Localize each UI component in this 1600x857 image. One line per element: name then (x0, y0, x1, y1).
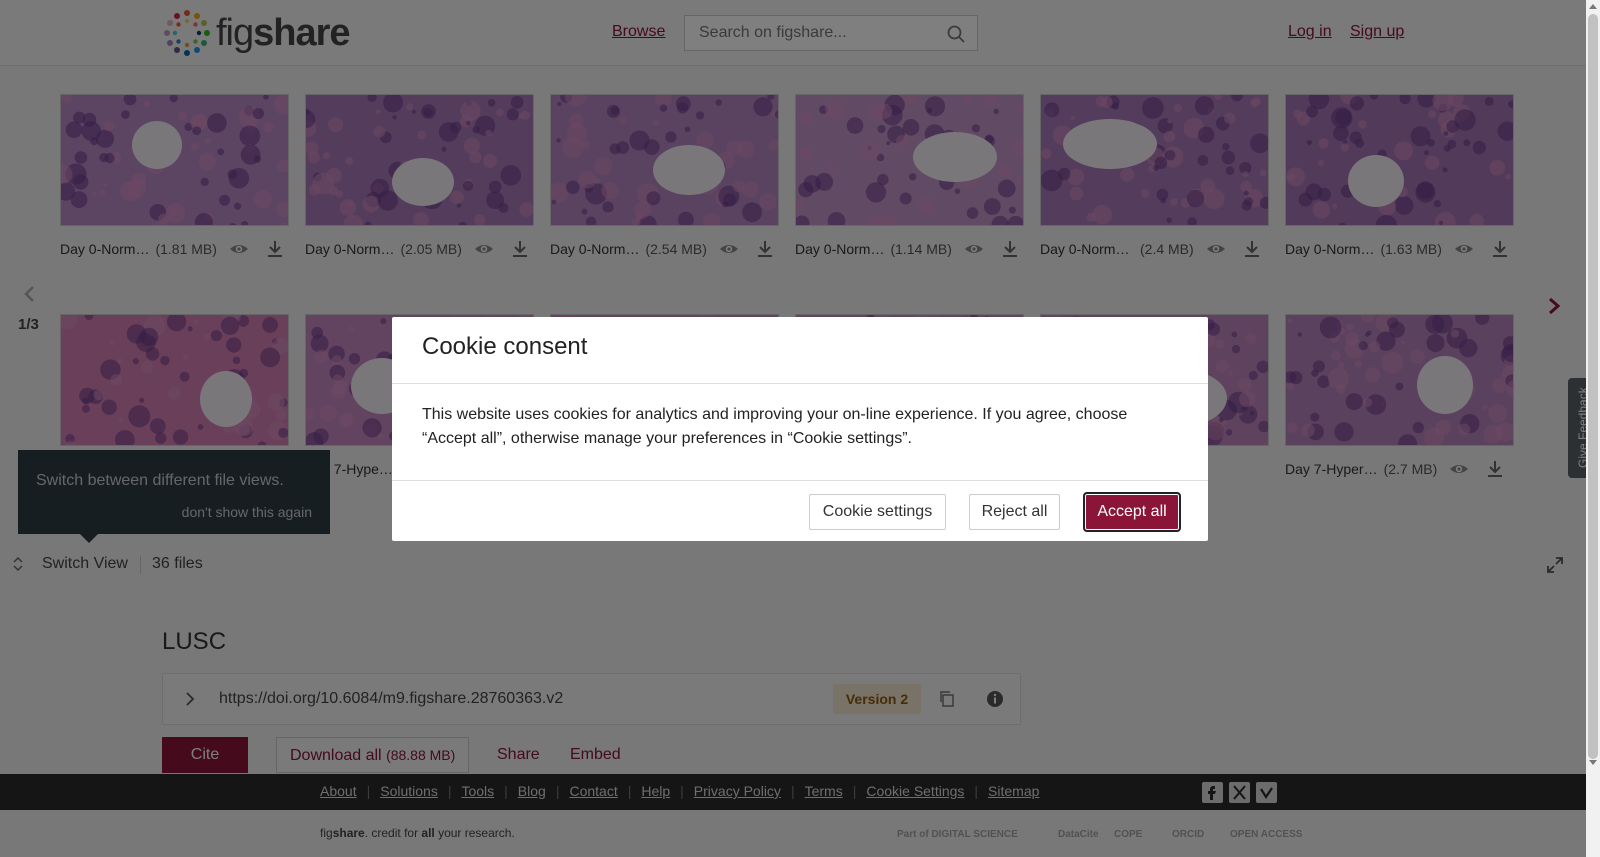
page-scrollbar[interactable] (1586, 0, 1600, 857)
scroll-thumb[interactable] (1588, 14, 1598, 759)
scroll-down-arrow-icon[interactable] (1589, 760, 1597, 765)
cookie-consent-dialog: Cookie consent This website uses cookies… (392, 317, 1208, 541)
reject-all-button[interactable]: Reject all (969, 494, 1060, 530)
cookie-dialog-title: Cookie consent (422, 333, 588, 360)
divider (392, 480, 1208, 481)
scroll-up-arrow-icon[interactable] (1589, 4, 1597, 9)
cookie-settings-button[interactable]: Cookie settings (809, 494, 946, 530)
cookie-dialog-body: This website uses cookies for analytics … (422, 406, 1128, 447)
divider (392, 383, 1208, 384)
accept-all-button[interactable]: Accept all (1083, 492, 1181, 532)
